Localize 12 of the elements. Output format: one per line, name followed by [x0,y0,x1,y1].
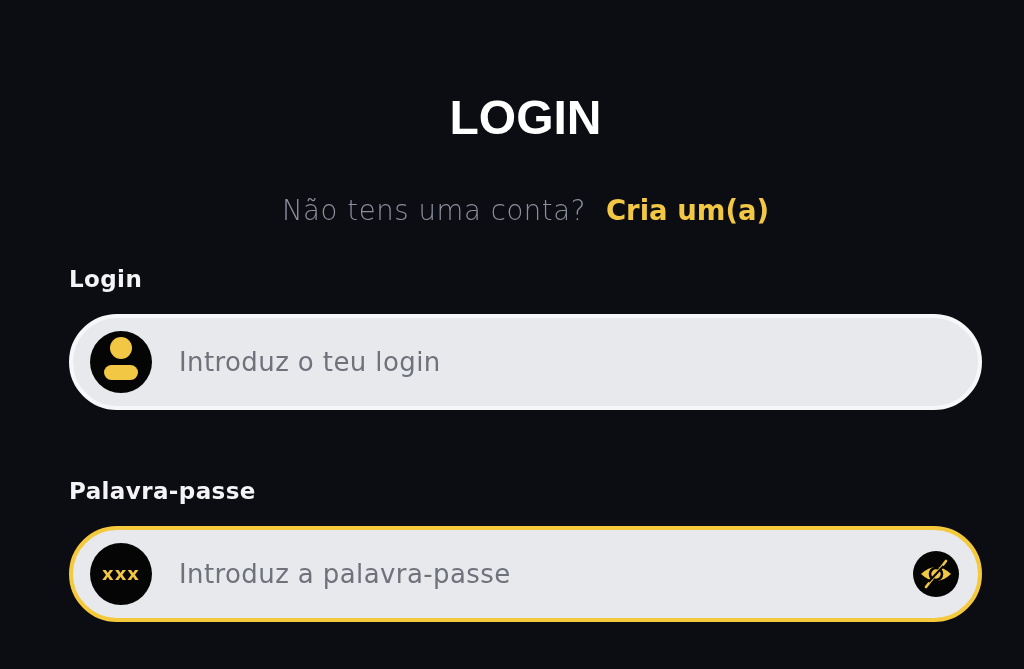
password-mask-badge: xxx [90,542,152,605]
field-label: Login [69,267,143,291]
login-field[interactable]: Introduz o teu login [69,313,982,410]
field-label: Palavra-passe [69,479,256,503]
eye-slash-icon[interactable] [913,550,959,597]
user-icon [90,330,152,393]
password-field[interactable]: xxx Introduz a palavra-passe [69,525,982,622]
page-title: LOGIN [449,94,602,142]
create-account-link[interactable]: Cria um(a) [605,194,770,226]
password-input[interactable]: Introduz a palavra-passe [179,553,886,594]
signup-prompt: Não tens uma conta? Cria um(a) [281,197,770,225]
login-input[interactable]: Introduz o teu login [179,341,959,382]
